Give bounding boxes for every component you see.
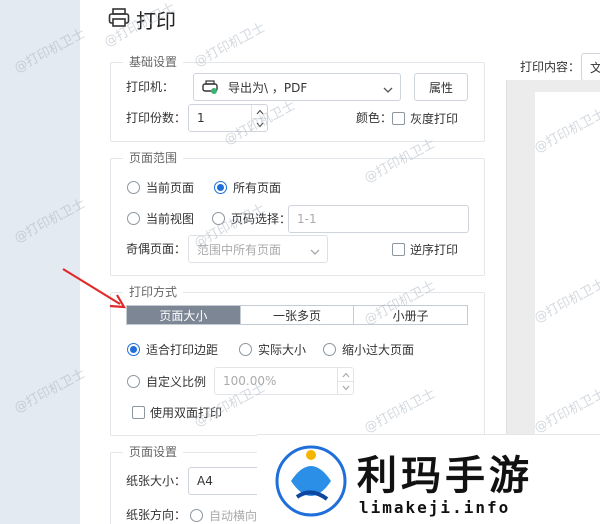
radio-page-select-label: 页码选择： xyxy=(231,212,292,226)
chevron-down-icon xyxy=(310,245,320,259)
print-content-label: 打印内容： xyxy=(520,60,581,74)
copies-label: 打印份数： xyxy=(126,111,187,125)
duplex-label: 使用双面打印 xyxy=(150,406,223,420)
radio-circle xyxy=(127,375,140,388)
radio-custom-scale-label: 自定义比例 xyxy=(146,375,207,389)
grayscale-label: 灰度打印 xyxy=(410,112,459,126)
copies-stepper[interactable]: 1 xyxy=(188,104,268,132)
odd-even-label: 奇偶页面： xyxy=(126,242,187,256)
paper-size-select[interactable]: A4 xyxy=(188,467,268,495)
printer-select-value: 导出为\ ，PDF xyxy=(228,80,308,95)
page-select-input[interactable]: 1-1 xyxy=(288,205,469,233)
radio-circle xyxy=(323,343,336,356)
radio-current-view[interactable]: 当前视图 xyxy=(127,210,194,227)
paper-size-label: 纸张大小： xyxy=(126,474,187,488)
duplex-checkbox[interactable]: 使用双面打印 xyxy=(132,404,222,421)
printer-small-icon xyxy=(202,80,218,94)
page-select-placeholder: 1-1 xyxy=(297,212,317,226)
color-label: 颜色： xyxy=(356,111,393,125)
basic-settings-legend: 基础设置 xyxy=(123,55,184,69)
red-arrow-annotation xyxy=(62,268,127,309)
print-mode-legend: 打印方式 xyxy=(123,285,184,299)
reverse-print-checkbox[interactable]: 逆序打印 xyxy=(392,241,458,258)
radio-custom-scale[interactable]: 自定义比例 xyxy=(127,373,206,390)
printer-label: 打印机： xyxy=(126,80,175,94)
print-content-value: 文 xyxy=(590,60,600,75)
radio-circle xyxy=(212,212,225,225)
grayscale-checkbox[interactable]: 灰度打印 xyxy=(392,110,458,127)
properties-button[interactable]: 属性 xyxy=(414,73,468,101)
radio-circle-selected xyxy=(214,181,227,194)
radio-current-page[interactable]: 当前页面 xyxy=(127,179,194,196)
custom-scale-stepper[interactable]: 100.00% xyxy=(214,367,354,395)
radio-auto-orient-label: 自动横向 xyxy=(209,509,258,523)
stepper-up-icon[interactable] xyxy=(252,105,267,118)
radio-fit-margin[interactable]: 适合打印边距 xyxy=(127,341,218,358)
checkbox-box xyxy=(392,112,405,125)
chevron-down-icon xyxy=(383,83,393,97)
ad-name: 利玛手游 xyxy=(357,453,533,499)
odd-even-value: 范围中所有页面 xyxy=(197,242,282,257)
radio-actual-size[interactable]: 实际大小 xyxy=(239,341,306,358)
tab-page-size[interactable]: 页面大小 xyxy=(127,306,240,324)
radio-circle xyxy=(127,212,140,225)
radio-circle xyxy=(190,509,203,522)
reverse-print-label: 逆序打印 xyxy=(410,243,459,257)
background-strip xyxy=(0,0,80,524)
radio-shrink-label: 缩小过大页面 xyxy=(342,343,415,357)
checkbox-box xyxy=(132,406,145,419)
dialog-title: 打印 xyxy=(108,5,176,33)
radio-circle xyxy=(239,343,252,356)
radio-current-view-label: 当前视图 xyxy=(146,212,195,226)
stepper-down-icon[interactable] xyxy=(252,118,267,131)
copies-value: 1 xyxy=(197,111,205,125)
page-range-legend: 页面范围 xyxy=(123,151,184,165)
print-content-select[interactable]: 文 xyxy=(581,53,600,81)
radio-page-select[interactable]: 页码选择： xyxy=(212,210,291,227)
stepper-up-icon[interactable] xyxy=(338,368,353,381)
printer-select[interactable]: 导出为\ ，PDF xyxy=(193,73,401,101)
radio-fit-margin-label: 适合打印边距 xyxy=(146,343,219,357)
tab-multi-page[interactable]: 一张多页 xyxy=(239,306,354,324)
ad-url: limakeji.info xyxy=(359,498,511,517)
radio-auto-orient[interactable]: 自动横向 xyxy=(190,507,257,524)
preview-page xyxy=(535,92,600,440)
radio-all-pages-label: 所有页面 xyxy=(233,181,282,195)
ad-banner[interactable]: 利玛手游 limakeji.info xyxy=(257,434,600,524)
radio-shrink[interactable]: 缩小过大页面 xyxy=(323,341,414,358)
paper-size-value: A4 xyxy=(197,474,213,488)
radio-circle-selected xyxy=(127,343,140,356)
stepper-down-icon[interactable] xyxy=(338,381,353,394)
radio-all-pages[interactable]: 所有页面 xyxy=(214,179,281,196)
radio-current-page-label: 当前页面 xyxy=(146,181,195,195)
orientation-label: 纸张方向： xyxy=(126,508,187,522)
radio-circle xyxy=(127,181,140,194)
odd-even-select[interactable]: 范围中所有页面 xyxy=(188,235,328,263)
printer-icon xyxy=(108,7,130,31)
checkbox-box xyxy=(392,243,405,256)
ad-logo-icon xyxy=(275,445,347,517)
radio-actual-size-label: 实际大小 xyxy=(258,343,307,357)
tab-booklet[interactable]: 小册子 xyxy=(353,306,468,324)
dialog-title-text: 打印 xyxy=(136,8,176,33)
page-setup-legend: 页面设置 xyxy=(123,445,184,459)
custom-scale-value: 100.00% xyxy=(223,374,277,388)
print-mode-tabs: 页面大小 一张多页 小册子 xyxy=(126,305,468,325)
